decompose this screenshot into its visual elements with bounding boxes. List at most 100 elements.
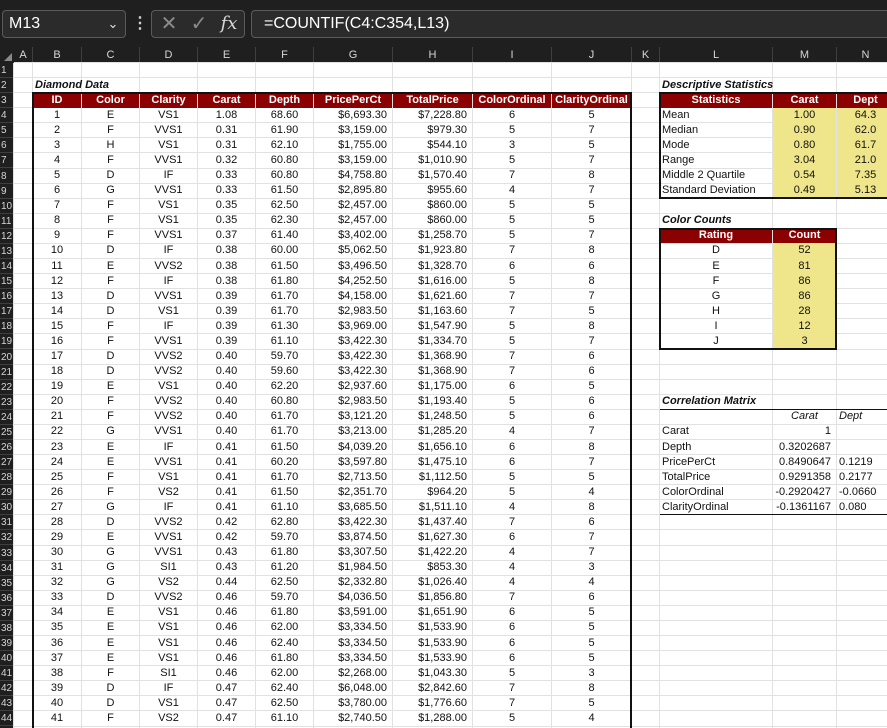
table-cell[interactable]: F	[82, 198, 139, 213]
rating-cell[interactable]: I	[660, 319, 772, 334]
table-cell[interactable]: VS1	[140, 138, 197, 153]
row-header[interactable]: 35	[0, 576, 14, 591]
table-cell[interactable]: D	[82, 289, 139, 304]
corr-heading[interactable]: Dept	[837, 409, 887, 424]
table-cell[interactable]: 11	[33, 259, 81, 274]
table-cell[interactable]: $1,026.40	[393, 575, 472, 590]
table-cell[interactable]: 7	[473, 515, 551, 530]
table-cell[interactable]: 0.41	[198, 440, 255, 455]
column-heading[interactable]: Rating	[660, 228, 772, 244]
table-cell[interactable]: VS1	[140, 470, 197, 485]
column-header-m[interactable]: M	[773, 47, 837, 63]
table-cell[interactable]: 62.50	[256, 575, 313, 590]
rating-cell[interactable]: F	[660, 274, 772, 289]
row-header[interactable]: 17	[0, 304, 14, 320]
table-cell[interactable]: 61.70	[256, 304, 313, 319]
table-cell[interactable]: 5	[473, 198, 551, 213]
table-cell[interactable]: 8	[552, 500, 631, 515]
table-cell[interactable]: $2,332.80	[314, 575, 392, 590]
table-cell[interactable]: 7	[473, 168, 551, 183]
table-cell[interactable]: $1,163.60	[393, 304, 472, 319]
stat-value[interactable]: 64.3	[837, 107, 887, 123]
row-header[interactable]: 13	[0, 244, 14, 259]
row-header[interactable]: 11	[0, 214, 14, 229]
table-cell[interactable]: 23	[33, 440, 81, 455]
table-cell[interactable]: 62.00	[256, 666, 313, 681]
table-cell[interactable]: VVS2	[140, 515, 197, 530]
table-cell[interactable]: $1,334.70	[393, 334, 472, 349]
row-header[interactable]: 2	[0, 78, 14, 94]
table-cell[interactable]: VVS2	[140, 394, 197, 409]
corr-value[interactable]: 0.2177	[837, 470, 887, 485]
stat-label[interactable]: Range	[660, 153, 772, 168]
table-cell[interactable]: 0.40	[198, 394, 255, 409]
table-cell[interactable]: VVS1	[140, 153, 197, 168]
column-header-a[interactable]: A	[14, 47, 33, 63]
table-cell[interactable]: $544.10	[393, 138, 472, 153]
enter-check-icon[interactable]: ✓	[186, 11, 212, 37]
table-cell[interactable]: F	[82, 470, 139, 485]
table-cell[interactable]: 60.20	[256, 455, 313, 470]
table-cell[interactable]: $7,228.80	[393, 108, 472, 123]
table-cell[interactable]: $1,422.20	[393, 545, 472, 560]
table-cell[interactable]: 27	[33, 500, 81, 515]
table-cell[interactable]: $3,591.00	[314, 605, 392, 620]
table-cell[interactable]: 6	[473, 651, 551, 666]
more-options-icon[interactable]: ⋮	[132, 10, 148, 38]
table-cell[interactable]: 4	[473, 500, 551, 515]
table-cell[interactable]: 8	[552, 681, 631, 696]
cell-area[interactable]: Diamond Data ID Color Clarity Carat Depth Pric…	[13, 62, 887, 728]
table-cell[interactable]: $3,969.00	[314, 319, 392, 334]
table-cell[interactable]: $964.20	[393, 485, 472, 500]
corr-value[interactable]: -0.2920427	[773, 485, 836, 500]
row-header[interactable]: 4	[0, 108, 14, 124]
table-cell[interactable]: 1.08	[198, 108, 255, 123]
table-cell[interactable]: F	[82, 123, 139, 138]
table-cell[interactable]: 18	[33, 364, 81, 379]
table-cell[interactable]: $1,984.50	[314, 560, 392, 575]
table-cell[interactable]: E	[82, 605, 139, 620]
table-cell[interactable]: 5	[473, 213, 551, 228]
table-cell[interactable]: 61.10	[256, 334, 313, 349]
table-cell[interactable]: IF	[140, 319, 197, 334]
table-cell[interactable]: D	[82, 243, 139, 258]
table-cell[interactable]: VS2	[140, 711, 197, 726]
table-cell[interactable]: D	[82, 349, 139, 364]
table-cell[interactable]: 7	[552, 530, 631, 545]
table-cell[interactable]: 0.43	[198, 545, 255, 560]
table-cell[interactable]: 0.46	[198, 620, 255, 635]
table-cell[interactable]: 62.20	[256, 379, 313, 394]
row-header[interactable]: 38	[0, 621, 14, 636]
table-cell[interactable]: F	[82, 228, 139, 243]
table-cell[interactable]: 7	[552, 545, 631, 560]
corr-value[interactable]: 0.8490647	[773, 455, 836, 470]
table-cell[interactable]: 4	[552, 711, 631, 726]
table-cell[interactable]: 62.30	[256, 213, 313, 228]
table-cell[interactable]: 60.00	[256, 243, 313, 258]
table-cell[interactable]: 37	[33, 651, 81, 666]
row-header[interactable]: 31	[0, 515, 14, 531]
table-cell[interactable]: 3	[33, 138, 81, 153]
row-header[interactable]: 22	[0, 380, 14, 395]
table-cell[interactable]: VS2	[140, 575, 197, 590]
table-cell[interactable]: IF	[140, 440, 197, 455]
row-header[interactable]: 14	[0, 259, 14, 275]
cancel-icon[interactable]: ✕	[156, 11, 182, 37]
table-cell[interactable]: 5	[473, 409, 551, 424]
table-cell[interactable]: VVS1	[140, 424, 197, 439]
column-header-d[interactable]: D	[140, 47, 198, 63]
table-cell[interactable]: 3	[552, 666, 631, 681]
table-cell[interactable]: 0.38	[198, 274, 255, 289]
column-heading[interactable]: Carat	[773, 92, 836, 108]
table-cell[interactable]: 7	[552, 455, 631, 470]
table-cell[interactable]: $3,422.30	[314, 334, 392, 349]
table-cell[interactable]: $5,062.50	[314, 243, 392, 258]
count-cell[interactable]: 86	[773, 273, 836, 289]
table-cell[interactable]: 4	[473, 424, 551, 439]
corr-label[interactable]: Depth	[660, 440, 772, 455]
table-cell[interactable]: F	[82, 666, 139, 681]
table-cell[interactable]: VVS1	[140, 183, 197, 198]
row-header[interactable]: 10	[0, 199, 14, 214]
table-cell[interactable]: $3,334.50	[314, 620, 392, 635]
table-cell[interactable]: 5	[473, 319, 551, 334]
